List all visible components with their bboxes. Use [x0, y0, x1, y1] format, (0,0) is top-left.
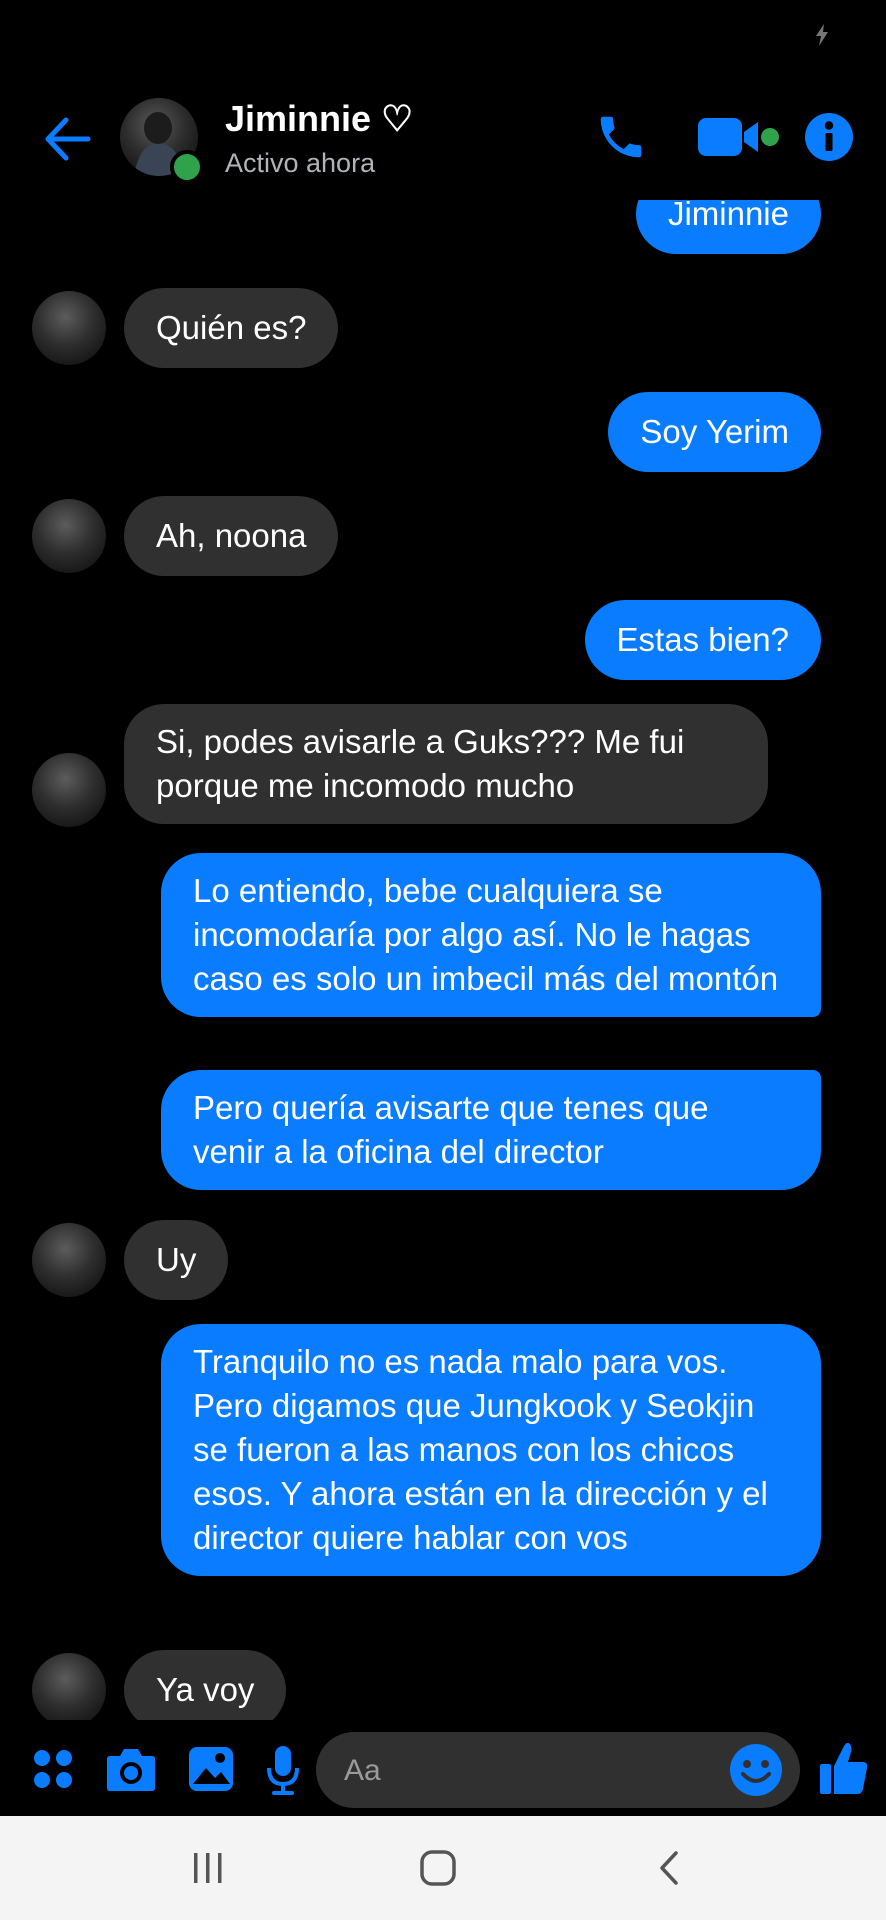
message-list[interactable]: Jiminnie Quién es? Soy Yerim Ah, noona E… [0, 200, 886, 1720]
message-input[interactable] [342, 1732, 726, 1810]
message-incoming[interactable]: Si, podes avisarle a Guks??? Me fui porq… [124, 704, 768, 824]
back-arrow-icon[interactable] [40, 112, 94, 166]
chat-header: Jiminnie ♡ Activo ahora [0, 80, 886, 200]
info-icon[interactable] [804, 112, 854, 162]
sender-avatar [32, 1653, 106, 1720]
message-outgoing[interactable]: Estas bien? [584, 600, 821, 680]
phone-call-icon[interactable] [594, 110, 648, 164]
message-outgoing[interactable]: Soy Yerim [608, 392, 821, 472]
message-incoming[interactable]: Quién es? [124, 288, 339, 368]
message-outgoing[interactable]: Jiminnie [635, 200, 821, 254]
message-outgoing[interactable]: Tranquilo no es nada malo para vos. Pero… [161, 1324, 821, 1576]
gallery-icon[interactable] [188, 1746, 234, 1792]
sender-avatar [32, 499, 106, 573]
contact-status: Activo ahora [225, 148, 376, 178]
message-outgoing[interactable]: Lo entiendo, bebe cualquiera se incomoda… [161, 853, 821, 1017]
back-nav-icon[interactable] [652, 1850, 688, 1886]
video-call-icon[interactable] [696, 114, 780, 160]
message-incoming[interactable]: Ah, noona [124, 496, 339, 576]
apps-icon[interactable] [32, 1748, 74, 1790]
recent-apps-icon[interactable] [190, 1850, 226, 1886]
message-input-container[interactable] [316, 1732, 800, 1810]
home-icon[interactable] [418, 1848, 458, 1888]
online-indicator [170, 150, 204, 184]
message-incoming[interactable]: Uy [124, 1220, 229, 1300]
contact-name[interactable]: Jiminnie ♡ [225, 98, 413, 140]
emoji-icon[interactable] [728, 1742, 784, 1798]
message-outgoing[interactable]: Pero quería avisarte que tenes que venir… [161, 1070, 821, 1190]
charging-icon [816, 24, 828, 46]
system-nav-bar [0, 1816, 886, 1920]
mic-icon[interactable] [266, 1744, 300, 1796]
status-bar [0, 0, 886, 70]
sender-avatar [32, 1223, 106, 1297]
message-composer [0, 1720, 886, 1820]
sender-avatar [32, 753, 106, 827]
sender-avatar [32, 291, 106, 365]
like-icon[interactable] [818, 1740, 870, 1796]
camera-icon[interactable] [106, 1746, 156, 1792]
message-incoming[interactable]: Ya voy [124, 1650, 287, 1720]
